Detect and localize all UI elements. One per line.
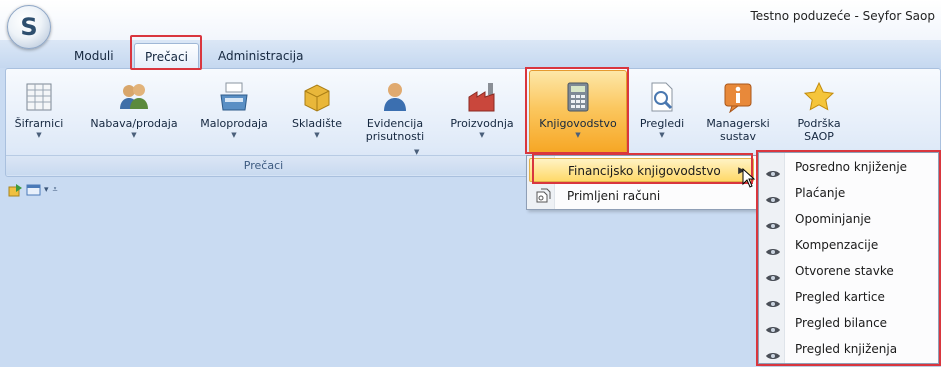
ribbon-button-label-line1: Managerski [706, 117, 770, 130]
application-button[interactable]: S [7, 5, 51, 49]
quick-access-toolbar: ▾ ⩡ [8, 180, 58, 200]
ribbon-button-proizvodnja[interactable]: Proizvodnja ▼ [446, 71, 518, 153]
menu-item-label: Otvorene stavke [795, 264, 894, 278]
boxes-icon [301, 81, 333, 113]
document-search-icon [646, 81, 678, 113]
menu-item-opominjanje[interactable]: Opominjanje [759, 206, 938, 232]
ribbon-button-skladiste[interactable]: Skladište ▼ [290, 71, 344, 153]
ribbon-button-label: Šifrarnici [14, 117, 64, 130]
eye-icon [765, 162, 781, 177]
menu-item-otvorene-stavke[interactable]: Otvorene stavke [759, 258, 938, 284]
menu-item-label: Opominjanje [795, 212, 872, 226]
ribbon-button-label: Skladište [292, 117, 342, 130]
menu-item-primljeni-racuni[interactable]: Primljeni računi [529, 184, 754, 208]
ribbon-button-label-line2: prisutnosti [365, 130, 425, 143]
ribbon-button-label-line2: SAOP [804, 130, 834, 143]
knjigovodstvo-dropdown-menu: Financijsko knjigovodstvo ▶ Primljeni ra… [526, 155, 757, 210]
export-icon[interactable] [8, 183, 22, 197]
ribbon-button-label: Pregledi [639, 117, 685, 130]
tab-precaci[interactable]: Prečaci [134, 43, 199, 69]
menu-item-placanje[interactable]: Plaćanje [759, 180, 938, 206]
mouse-cursor-icon [742, 167, 756, 188]
tab-administracija[interactable]: Administracija [208, 46, 313, 68]
ribbon-button-sifrarnici[interactable]: Šifrarnici ▼ [8, 71, 70, 153]
window-icon[interactable] [26, 183, 41, 197]
ribbon-button-nabava-prodaja[interactable]: Nabava/prodaja ▼ [86, 71, 182, 153]
menu-item-pregled-kartice[interactable]: Pregled kartice [759, 284, 938, 310]
ribbon-button-pregledi[interactable]: Pregledi ▼ [634, 71, 690, 153]
tab-moduli[interactable]: Moduli [64, 46, 124, 68]
grid-table-icon [23, 81, 55, 113]
menu-item-label: Plaćanje [795, 186, 846, 200]
menu-item-label: Pregled knjiženja [795, 342, 898, 356]
menu-item-kompenzacije[interactable]: Kompenzacije [759, 232, 938, 258]
ribbon-button-label-line1: Evidencija [366, 117, 424, 130]
ribbon-button-evidencija-prisutnosti[interactable]: Evidencija prisutnosti ▼ [356, 71, 434, 156]
customize-icon[interactable]: ⩡ [53, 185, 58, 195]
eye-icon [765, 240, 781, 255]
eye-icon [765, 292, 781, 307]
dropdown-icon[interactable]: ▾ [44, 185, 49, 195]
ribbon-button-managerski-sustav[interactable]: Managerski sustav [700, 71, 776, 153]
eye-icon [765, 344, 781, 359]
menu-item-pregled-bilance[interactable]: Pregled bilance [759, 310, 938, 336]
star-icon [803, 81, 835, 113]
cash-register-icon [218, 81, 250, 113]
ribbon-tabs: Moduli Prečaci Administracija [0, 40, 941, 69]
menu-item-label: Financijsko knjigovodstvo [568, 164, 721, 178]
eye-icon [765, 214, 781, 229]
chevron-down-icon: ▼ [479, 131, 485, 139]
ribbon-button-label: Nabava/prodaja [90, 117, 178, 130]
menu-item-label: Primljeni računi [567, 189, 661, 203]
receipts-icon [535, 188, 551, 204]
eye-icon [765, 266, 781, 281]
menu-item-label: Posredno knjiženje [795, 160, 908, 174]
factory-icon [466, 81, 498, 113]
ribbon-button-label-line1: Podrška [797, 117, 841, 130]
eye-icon [765, 318, 781, 333]
menu-item-label: Kompenzacije [795, 238, 879, 252]
app-logo-letter: S [20, 13, 38, 41]
menu-item-pregled-knjizenja[interactable]: Pregled knjiženja [759, 336, 938, 362]
ribbon-button-label-line2: sustav [720, 130, 756, 143]
financijsko-submenu: Posredno knjiženje Plaćanje Opominjanje … [758, 152, 939, 364]
eye-icon [765, 188, 781, 203]
ribbon-button-label: Maloprodaja [200, 117, 268, 130]
ribbon-button-podrska-saop[interactable]: Podrška SAOP [786, 71, 852, 153]
menu-item-label: Pregled bilance [795, 316, 888, 330]
ribbon-button-label: Proizvodnja [450, 117, 514, 130]
chevron-down-icon: ▼ [36, 131, 42, 139]
calculator-icon [562, 81, 594, 113]
menu-item-label: Pregled kartice [795, 290, 885, 304]
menu-item-posredno-knjizenje[interactable]: Posredno knjiženje [759, 154, 938, 180]
ribbon-group-label: Prečaci [6, 155, 521, 175]
chevron-down-icon: ▼ [231, 131, 237, 139]
people-icon [118, 81, 150, 113]
title-bar: Testno poduzeće - Seyfor Saop [0, 0, 941, 40]
menu-item-financijsko-knjigovodstvo[interactable]: Financijsko knjigovodstvo ▶ [529, 158, 754, 182]
chevron-down-icon: ▼ [659, 131, 665, 139]
ribbon-button-knjigovodstvo[interactable]: Knjigovodstvo ▼ [529, 70, 627, 154]
chevron-down-icon: ▼ [131, 131, 137, 139]
info-icon [722, 81, 754, 114]
chevron-down-icon: ▼ [575, 131, 581, 139]
ribbon-button-label: Knjigovodstvo [539, 117, 617, 130]
person-icon [379, 81, 411, 113]
ribbon-button-maloprodaja[interactable]: Maloprodaja ▼ [196, 71, 272, 153]
window-title: Testno poduzeće - Seyfor Saop [750, 9, 935, 23]
chevron-down-icon: ▼ [314, 131, 320, 139]
